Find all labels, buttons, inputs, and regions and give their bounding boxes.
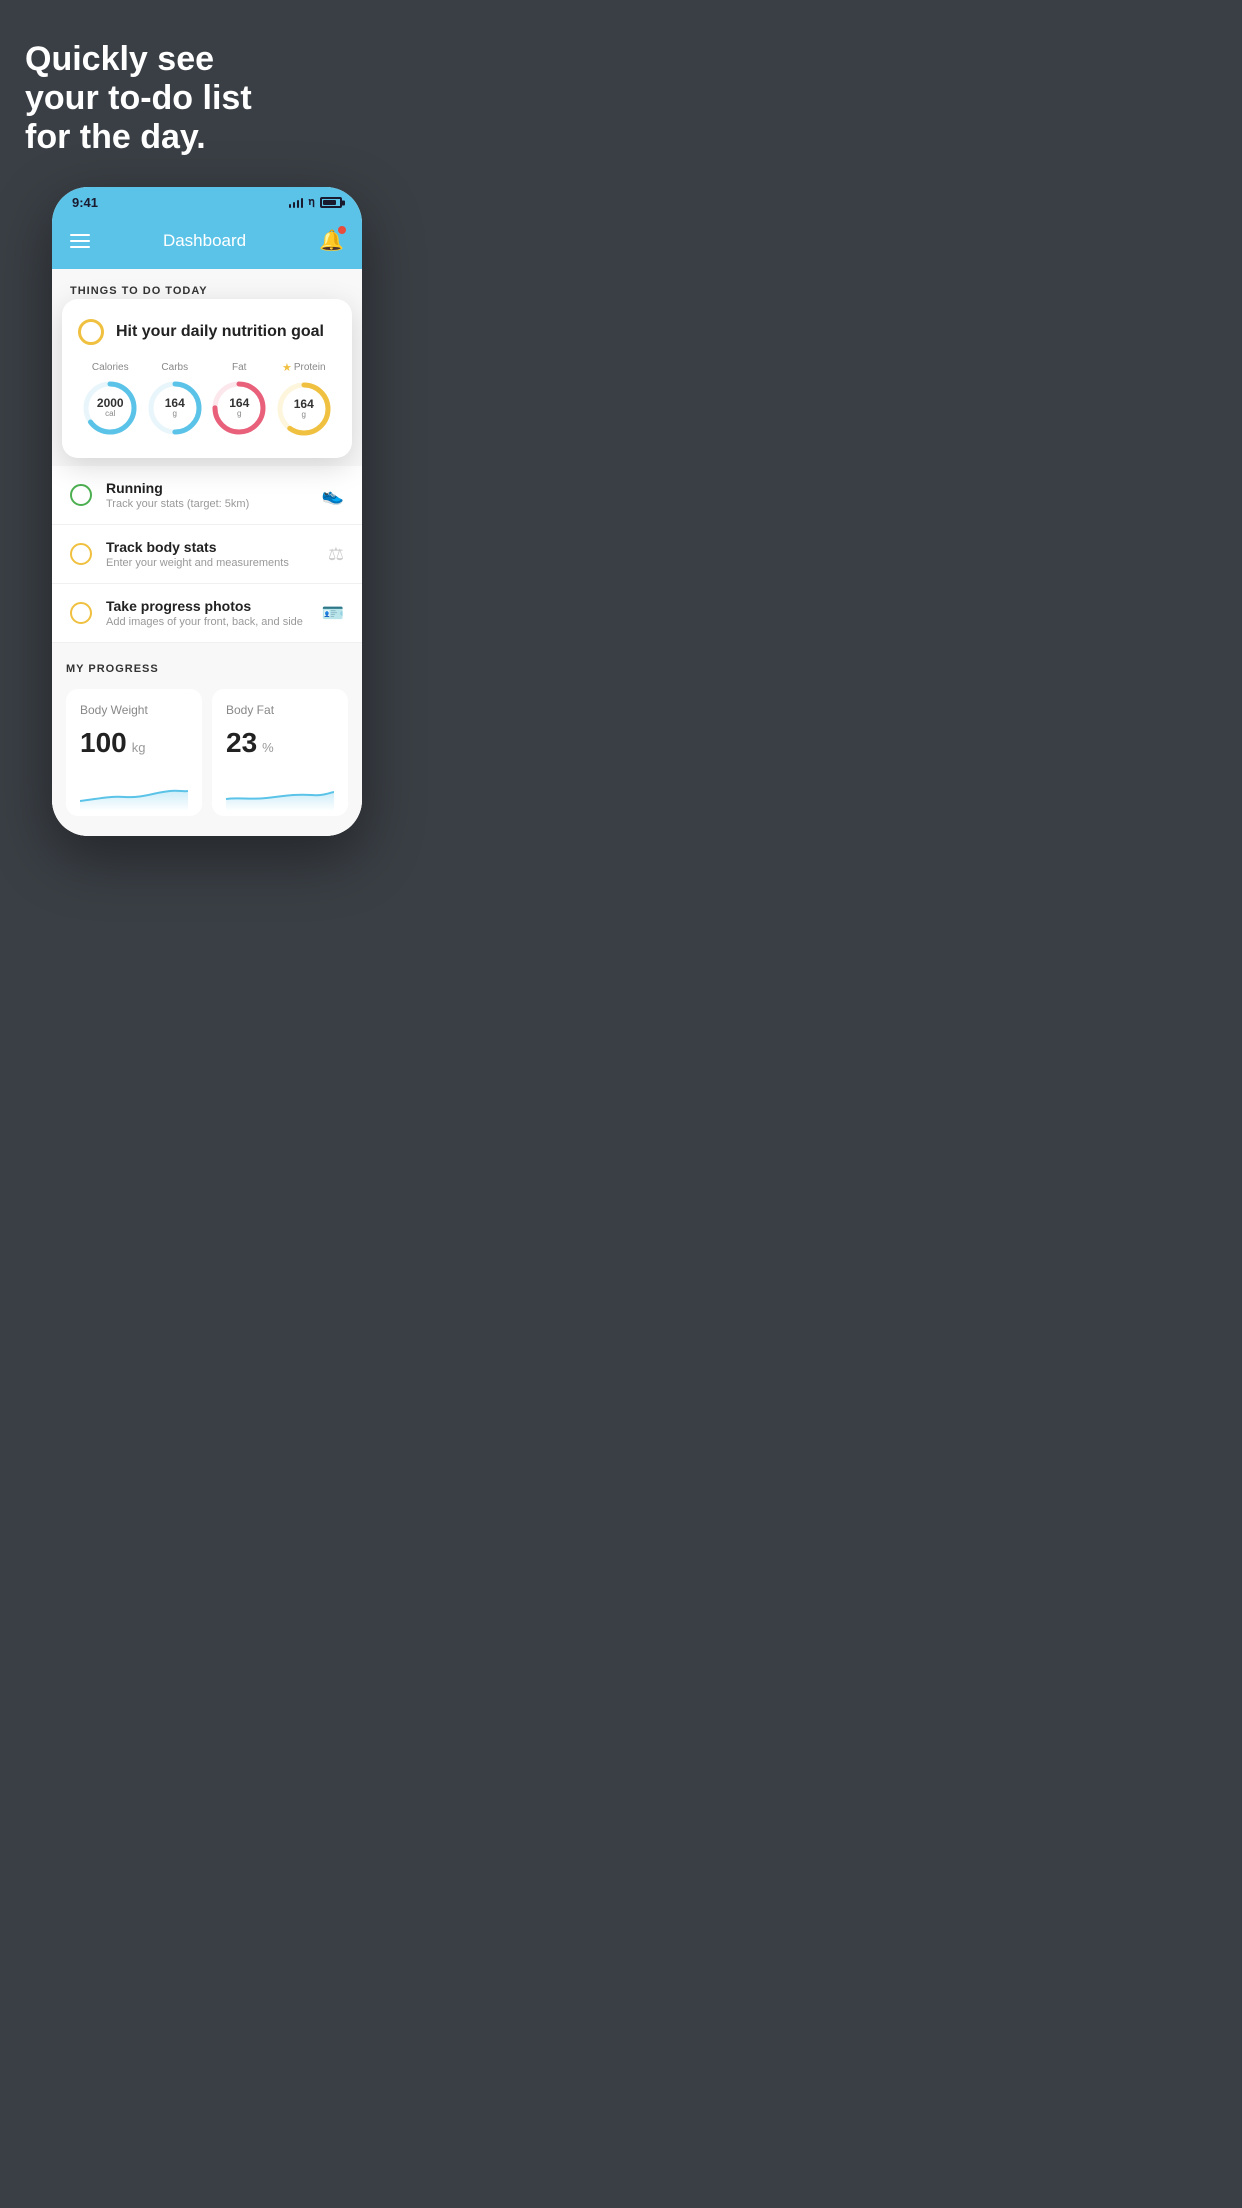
protein-unit: g <box>294 411 314 420</box>
status-icons: 𝛈 <box>289 196 342 209</box>
status-bar: 9:41 𝛈 <box>52 187 362 216</box>
status-time: 9:41 <box>72 195 98 210</box>
fat-label: Fat <box>232 362 246 373</box>
nutrition-card-title: Hit your daily nutrition goal <box>116 323 324 341</box>
running-text: Running Track your stats (target: 5km) <box>106 480 322 510</box>
body-fat-label: Body Fat <box>226 703 334 717</box>
nutrition-carbs: Carbs 164 g <box>146 362 204 437</box>
nutrition-check-circle[interactable] <box>78 319 104 345</box>
headline-line1: Quickly see <box>25 40 214 78</box>
nutrition-fat: Fat 164 g <box>210 362 268 437</box>
signal-icon <box>289 198 304 208</box>
protein-ring: 164 g <box>275 380 333 438</box>
hamburger-line <box>70 246 90 248</box>
nutrition-card: Hit your daily nutrition goal Calories <box>62 299 352 458</box>
app-header: Dashboard 🔔 <box>52 216 362 269</box>
body-weight-chart <box>80 771 188 811</box>
nutrition-calories: Calories 2000 cal <box>81 362 139 437</box>
carbs-unit: g <box>165 410 185 419</box>
content-area: THINGS TO DO TODAY Hit your daily nutrit… <box>52 269 362 836</box>
headline: Quickly see your to-do list for the day. <box>25 40 394 157</box>
headline-line3: for the day. <box>25 118 206 156</box>
todo-list: Running Track your stats (target: 5km) 👟… <box>52 466 362 643</box>
calories-ring: 2000 cal <box>81 379 139 437</box>
body-fat-unit: % <box>262 740 274 755</box>
carbs-ring: 164 g <box>146 379 204 437</box>
photos-subtitle: Add images of your front, back, and side <box>106 616 322 628</box>
photos-title: Take progress photos <box>106 598 322 614</box>
body-stats-text: Track body stats Enter your weight and m… <box>106 539 328 569</box>
calories-label: Calories <box>92 362 129 373</box>
progress-section: MY PROGRESS Body Weight 100 kg <box>52 643 362 836</box>
photo-icon: 🪪 <box>322 603 344 624</box>
body-fat-chart <box>226 771 334 811</box>
body-fat-card[interactable]: Body Fat 23 % <box>212 689 348 816</box>
card-header: Hit your daily nutrition goal <box>78 319 336 345</box>
wifi-icon: 𝛈 <box>308 196 315 209</box>
todo-item-running[interactable]: Running Track your stats (target: 5km) 👟 <box>52 466 362 525</box>
running-icon: 👟 <box>322 485 344 506</box>
body-weight-label: Body Weight <box>80 703 188 717</box>
protein-label: ★ Protein <box>282 361 326 374</box>
body-stats-title: Track body stats <box>106 539 328 555</box>
background-page: Quickly see your to-do list for the day.… <box>0 0 414 866</box>
fat-unit: g <box>229 410 249 419</box>
nutrition-protein: ★ Protein 164 g <box>275 361 333 438</box>
progress-cards: Body Weight 100 kg <box>66 689 348 816</box>
headline-line2: your to-do list <box>25 79 252 117</box>
notification-bell[interactable]: 🔔 <box>319 228 344 253</box>
hamburger-line <box>70 234 90 236</box>
fat-ring: 164 g <box>210 379 268 437</box>
scale-icon: ⚖ <box>328 544 344 565</box>
todo-item-body-stats[interactable]: Track body stats Enter your weight and m… <box>52 525 362 584</box>
body-fat-value-container: 23 % <box>226 727 334 759</box>
progress-section-title: MY PROGRESS <box>66 663 348 675</box>
star-icon: ★ <box>282 361 292 374</box>
photos-check-circle <box>70 602 92 624</box>
todo-item-photos[interactable]: Take progress photos Add images of your … <box>52 584 362 643</box>
running-title: Running <box>106 480 322 496</box>
phone-mockup: 9:41 𝛈 Dashboard <box>52 187 362 836</box>
body-stats-check-circle <box>70 543 92 565</box>
battery-icon <box>320 197 342 208</box>
nutrition-grid: Calories 2000 cal <box>78 361 336 438</box>
carbs-label: Carbs <box>161 362 188 373</box>
body-weight-number: 100 <box>80 727 127 759</box>
body-weight-card[interactable]: Body Weight 100 kg <box>66 689 202 816</box>
body-weight-unit: kg <box>132 740 146 755</box>
hamburger-line <box>70 240 90 242</box>
running-check-circle <box>70 484 92 506</box>
body-fat-number: 23 <box>226 727 257 759</box>
photos-text: Take progress photos Add images of your … <box>106 598 322 628</box>
running-subtitle: Track your stats (target: 5km) <box>106 498 322 510</box>
menu-button[interactable] <box>70 234 90 248</box>
notification-dot <box>338 226 346 234</box>
header-title: Dashboard <box>163 231 246 251</box>
calories-unit: cal <box>97 410 124 419</box>
body-weight-value-container: 100 kg <box>80 727 188 759</box>
body-stats-subtitle: Enter your weight and measurements <box>106 557 328 569</box>
